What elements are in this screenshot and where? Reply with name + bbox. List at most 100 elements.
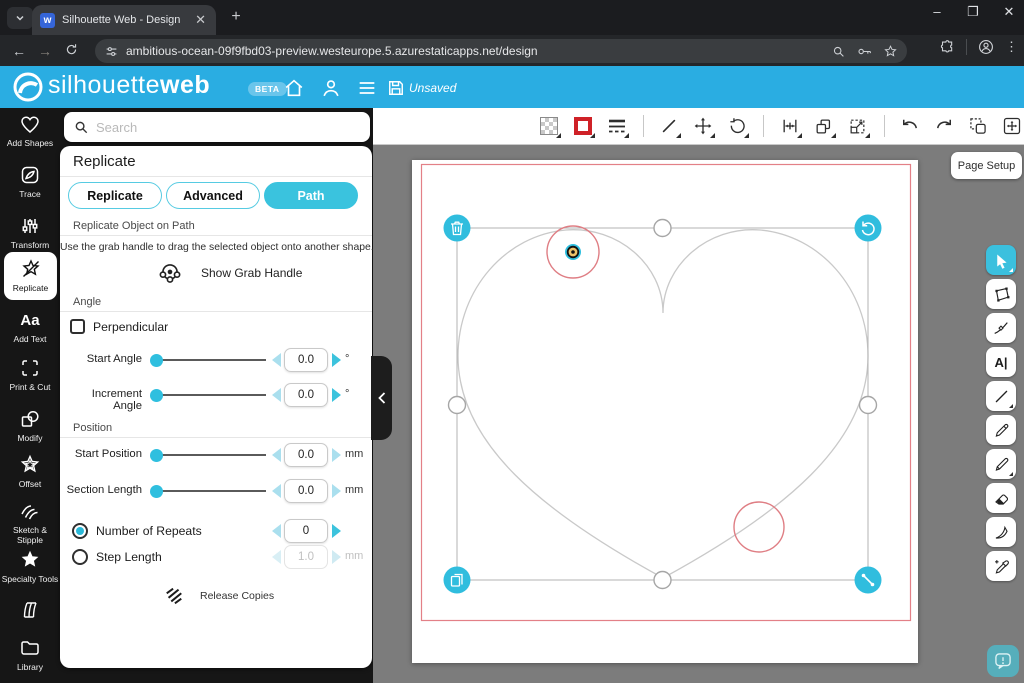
sidebar-item-transform[interactable]: Transform xyxy=(0,214,60,251)
pencil-tool[interactable] xyxy=(986,415,1016,445)
window-minimize-button[interactable]: – xyxy=(930,4,944,20)
decrement-arrow[interactable] xyxy=(272,524,281,538)
move-button[interactable] xyxy=(691,113,715,139)
forward-button[interactable]: → xyxy=(32,43,58,59)
duplicate-button[interactable] xyxy=(812,113,836,139)
handle-bottom-middle[interactable] xyxy=(654,572,671,589)
perpendicular-checkbox[interactable] xyxy=(70,319,85,334)
paste-in-front-button[interactable] xyxy=(966,113,990,139)
section-length-slider[interactable] xyxy=(152,490,266,492)
sidebar-item-add-shapes[interactable]: Add Shapes xyxy=(0,112,60,149)
start-angle-slider[interactable] xyxy=(152,359,266,361)
increment-arrow[interactable] xyxy=(332,353,341,367)
tab-close-icon[interactable]: ✕ xyxy=(193,12,208,28)
tab-advanced[interactable]: Advanced xyxy=(166,182,260,209)
repeats-value[interactable]: 0 xyxy=(284,519,328,543)
increment-angle-value[interactable]: 0.0 xyxy=(284,383,328,407)
slider-knob[interactable] xyxy=(150,485,163,498)
zoom-icon[interactable] xyxy=(832,45,845,58)
selection-box[interactable] xyxy=(457,228,868,580)
password-key-icon[interactable] xyxy=(857,45,872,58)
step-length-value[interactable]: 1.0 xyxy=(284,545,328,569)
url-bar[interactable]: ambitious-ocean-09f9fbd03-preview.westeu… xyxy=(95,39,907,63)
path-target-circle[interactable] xyxy=(734,502,784,552)
sidebar-item-pages[interactable] xyxy=(0,598,60,625)
delete-handle[interactable] xyxy=(444,215,471,242)
redo-button[interactable] xyxy=(932,113,956,139)
new-tab-button[interactable]: + xyxy=(226,8,246,26)
menu-icon[interactable] xyxy=(356,77,378,99)
undo-button[interactable] xyxy=(899,113,923,139)
browser-menu-icon[interactable]: ⋮ xyxy=(1005,39,1018,55)
bookmark-star-icon[interactable] xyxy=(884,45,897,58)
rotate-handle[interactable] xyxy=(855,215,882,242)
window-restore-button[interactable]: ❐ xyxy=(966,4,980,20)
draw-line-button[interactable] xyxy=(658,113,682,139)
profile-avatar-icon[interactable] xyxy=(978,39,994,55)
decrement-arrow[interactable] xyxy=(272,388,281,402)
duplicate-handle[interactable] xyxy=(444,567,471,594)
release-copies-button[interactable]: Release Copies xyxy=(164,586,274,606)
increment-arrow[interactable] xyxy=(332,448,341,462)
heart-shape[interactable] xyxy=(458,230,868,578)
tab-search-chevron-icon[interactable] xyxy=(7,7,33,29)
line-tool[interactable] xyxy=(986,381,1016,411)
handle-right-middle[interactable] xyxy=(860,397,877,414)
fill-color-button[interactable] xyxy=(537,113,561,139)
transform-scale-button[interactable] xyxy=(846,113,870,139)
increment-arrow[interactable] xyxy=(332,484,341,498)
rotate-button[interactable] xyxy=(725,113,749,139)
pan-view-button[interactable] xyxy=(1000,113,1024,139)
search-box[interactable] xyxy=(64,112,370,142)
sidebar-item-library[interactable]: Library xyxy=(0,636,60,673)
eyedropper-tool[interactable] xyxy=(986,551,1016,581)
edit-points-tool[interactable] xyxy=(986,279,1016,309)
draw-tool[interactable] xyxy=(986,449,1016,479)
resize-handle[interactable] xyxy=(855,567,882,594)
slider-knob[interactable] xyxy=(150,354,163,367)
extensions-icon[interactable] xyxy=(940,40,955,55)
tab-path[interactable]: Path xyxy=(264,182,358,209)
sidebar-item-replicate[interactable]: Replicate xyxy=(4,252,57,300)
design-canvas[interactable]: Page Setup A| xyxy=(373,145,1024,683)
show-grab-handle-button[interactable]: Show Grab Handle xyxy=(157,260,302,286)
align-distribute-button[interactable] xyxy=(778,113,802,139)
window-close-button[interactable]: ✕ xyxy=(1002,4,1016,20)
sidebar-item-print-cut[interactable]: Print & Cut xyxy=(0,356,60,393)
line-color-button[interactable] xyxy=(571,113,595,139)
increment-arrow[interactable] xyxy=(332,550,341,564)
decrement-arrow[interactable] xyxy=(272,484,281,498)
grab-handle-marker[interactable] xyxy=(565,244,581,260)
text-tool[interactable]: A| xyxy=(986,347,1016,377)
page[interactable] xyxy=(412,160,918,663)
line-style-button[interactable] xyxy=(605,113,629,139)
select-tool[interactable] xyxy=(986,245,1016,275)
tab-replicate[interactable]: Replicate xyxy=(68,182,162,209)
sidebar-item-trace[interactable]: Trace xyxy=(0,163,60,200)
page-setup-button[interactable]: Page Setup xyxy=(951,152,1022,179)
number-of-repeats-radio[interactable] xyxy=(72,523,88,539)
sidebar-item-sketch-stipple[interactable]: Sketch & Stipple xyxy=(0,499,60,545)
account-icon[interactable] xyxy=(320,77,342,99)
home-icon[interactable] xyxy=(283,77,305,99)
decrement-arrow[interactable] xyxy=(272,353,281,367)
back-button[interactable]: ← xyxy=(6,43,32,59)
browser-tab[interactable]: w Silhouette Web - Design ✕ xyxy=(32,5,216,35)
handle-top-middle[interactable] xyxy=(654,220,671,237)
decrement-arrow[interactable] xyxy=(272,550,281,564)
start-position-value[interactable]: 0.0 xyxy=(284,443,328,467)
panel-collapse-handle[interactable] xyxy=(371,356,392,440)
reload-button[interactable] xyxy=(58,43,84,59)
increment-arrow[interactable] xyxy=(332,524,341,538)
increment-angle-slider[interactable] xyxy=(152,394,266,396)
feedback-button[interactable] xyxy=(987,645,1019,677)
node-edit-tool[interactable] xyxy=(986,313,1016,343)
slider-knob[interactable] xyxy=(150,449,163,462)
slider-knob[interactable] xyxy=(150,389,163,402)
sidebar-item-modify[interactable]: Modify xyxy=(0,407,60,444)
search-input[interactable] xyxy=(96,120,360,135)
start-angle-value[interactable]: 0.0 xyxy=(284,348,328,372)
section-length-value[interactable]: 0.0 xyxy=(284,479,328,503)
start-position-slider[interactable] xyxy=(152,454,266,456)
step-length-radio[interactable] xyxy=(72,549,88,565)
